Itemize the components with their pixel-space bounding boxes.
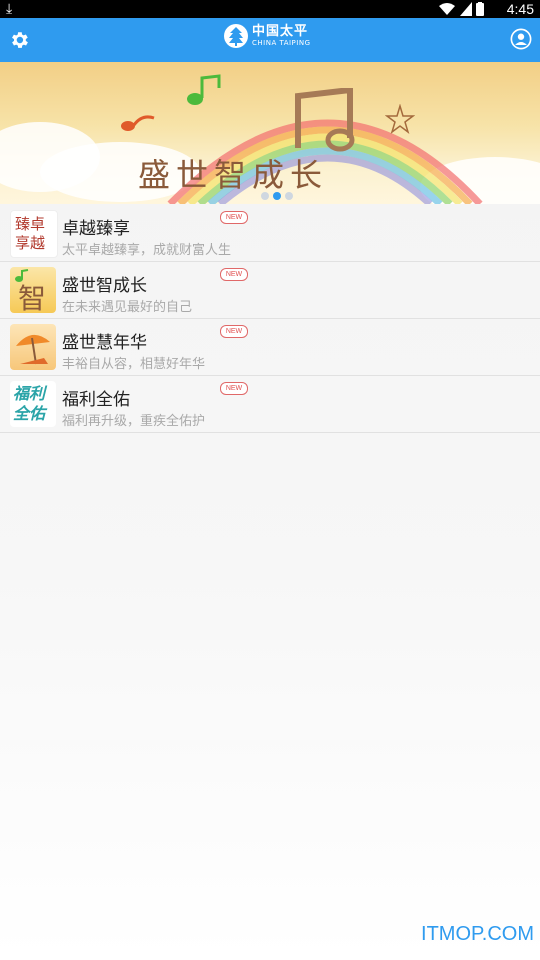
list-item[interactable]: 福利全佑 福利全佑 福利再升级，重疾全佑护 NEW	[0, 376, 540, 433]
thumbnail-text: 福利全佑	[13, 384, 46, 423]
thumbnail-text: 臻卓享越	[15, 215, 46, 252]
new-badge: NEW	[220, 325, 248, 338]
product-subtitle: 福利再升级，重疾全佑护	[62, 414, 206, 429]
product-subtitle: 丰裕自从容，相慧好年华	[62, 357, 206, 372]
pine-tree-icon	[224, 24, 248, 48]
product-subtitle: 在未来遇见最好的自己	[62, 300, 193, 315]
gear-icon[interactable]	[8, 29, 30, 51]
product-title: 卓越臻享	[62, 219, 130, 239]
product-thumbnail	[10, 324, 56, 370]
beach-umbrella-icon	[16, 334, 50, 365]
new-badge: NEW	[220, 211, 248, 224]
carousel-dot[interactable]	[261, 192, 269, 200]
new-badge: NEW	[220, 268, 248, 281]
brand-logo: 中国太平 CHINA TAIPING	[224, 24, 311, 48]
product-thumbnail: 福利全佑	[10, 381, 56, 427]
banner-title: 盛世智成长	[138, 156, 329, 194]
status-bar: ⤓ 4:45	[0, 0, 540, 18]
battery-icon	[476, 2, 484, 16]
user-icon[interactable]	[510, 28, 532, 50]
status-time: 4:45	[506, 1, 534, 17]
list-item[interactable]: 臻卓享越 卓越臻享 太平卓越臻享，成就财富人生 NEW	[0, 205, 540, 262]
music-note-icon	[15, 269, 29, 282]
list-item[interactable]: 盛世慧年华 丰裕自从容，相慧好年华 NEW	[0, 319, 540, 376]
wifi-icon	[439, 3, 455, 15]
music-note-icon	[121, 115, 155, 131]
product-title: 盛世慧年华	[62, 333, 147, 353]
download-icon: ⤓	[6, 1, 13, 17]
carousel-indicator	[261, 192, 293, 200]
watermark: ITMOP.COM	[421, 923, 534, 945]
product-thumbnail: 臻卓享越	[10, 210, 58, 258]
carousel-dot-active[interactable]	[273, 192, 281, 200]
new-badge: NEW	[220, 382, 248, 395]
star-icon	[385, 104, 415, 134]
list-item[interactable]: 智 盛世智成长 在未来遇见最好的自己 NEW	[0, 262, 540, 319]
logo-text-cn: 中国太平	[252, 24, 309, 39]
product-list: 臻卓享越 卓越臻享 太平卓越臻享，成就财富人生 NEW 智 盛世智成长 在未来遇…	[0, 205, 540, 433]
product-thumbnail: 智	[10, 267, 56, 313]
carousel-dot[interactable]	[285, 192, 293, 200]
music-note-graphic	[295, 88, 355, 152]
logo-text-en: CHINA TAIPING	[252, 39, 311, 47]
music-note-icon	[187, 74, 221, 105]
signal-icon	[460, 2, 472, 16]
product-title: 盛世智成长	[62, 276, 147, 296]
product-subtitle: 太平卓越臻享，成就财富人生	[62, 243, 232, 258]
product-title: 福利全佑	[62, 390, 130, 410]
